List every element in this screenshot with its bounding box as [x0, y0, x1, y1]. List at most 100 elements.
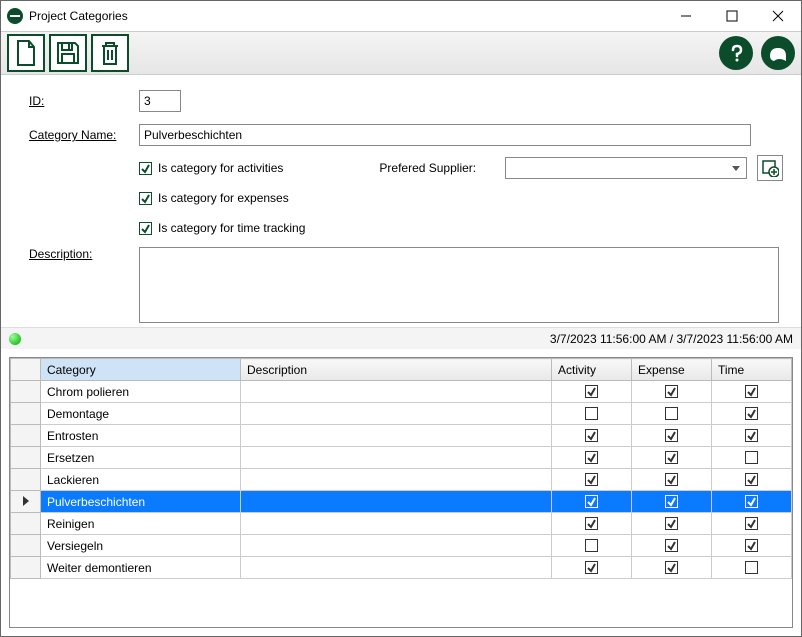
cell-description[interactable]	[241, 491, 552, 513]
cell-description[interactable]	[241, 557, 552, 579]
checkbox-icon[interactable]	[665, 429, 678, 442]
activities-checkbox[interactable]	[139, 162, 152, 175]
help-button[interactable]	[719, 36, 753, 70]
checkbox-icon[interactable]	[585, 539, 598, 552]
cell-activity[interactable]	[552, 447, 632, 469]
cell-category[interactable]: Demontage	[41, 403, 241, 425]
table-row[interactable]: Weiter demontieren	[11, 557, 792, 579]
close-button[interactable]	[755, 1, 801, 31]
table-row[interactable]: Lackieren	[11, 469, 792, 491]
checkbox-icon[interactable]	[665, 495, 678, 508]
cell-time[interactable]	[712, 513, 792, 535]
table-row[interactable]: Versiegeln	[11, 535, 792, 557]
cell-time[interactable]	[712, 403, 792, 425]
cell-category[interactable]: Lackieren	[41, 469, 241, 491]
cell-description[interactable]	[241, 403, 552, 425]
checkbox-icon[interactable]	[665, 517, 678, 530]
cell-expense[interactable]	[632, 447, 712, 469]
table-row[interactable]: Reinigen	[11, 513, 792, 535]
cell-time[interactable]	[712, 447, 792, 469]
table-row[interactable]: Chrom polieren	[11, 381, 792, 403]
checkbox-icon[interactable]	[745, 539, 758, 552]
col-description[interactable]: Description	[241, 359, 552, 381]
checkbox-icon[interactable]	[585, 517, 598, 530]
cell-expense[interactable]	[632, 513, 712, 535]
cell-time[interactable]	[712, 557, 792, 579]
add-supplier-button[interactable]	[757, 155, 783, 181]
checkbox-icon[interactable]	[585, 561, 598, 574]
supplier-select[interactable]	[505, 157, 747, 179]
col-category[interactable]: Category	[41, 359, 241, 381]
cell-description[interactable]	[241, 447, 552, 469]
table-row[interactable]: Ersetzen	[11, 447, 792, 469]
cell-expense[interactable]	[632, 469, 712, 491]
checkbox-icon[interactable]	[665, 385, 678, 398]
cell-time[interactable]	[712, 425, 792, 447]
checkbox-icon[interactable]	[745, 429, 758, 442]
minimize-button[interactable]	[663, 1, 709, 31]
checkbox-icon[interactable]	[665, 539, 678, 552]
cell-time[interactable]	[712, 381, 792, 403]
save-button[interactable]	[49, 34, 87, 72]
cell-time[interactable]	[712, 469, 792, 491]
cell-activity[interactable]	[552, 513, 632, 535]
new-button[interactable]	[7, 34, 45, 72]
cell-activity[interactable]	[552, 491, 632, 513]
category-name-field[interactable]	[139, 124, 751, 146]
checkbox-icon[interactable]	[585, 473, 598, 486]
checkbox-icon[interactable]	[585, 451, 598, 464]
cell-description[interactable]	[241, 425, 552, 447]
checkbox-icon[interactable]	[665, 561, 678, 574]
cell-category[interactable]: Chrom polieren	[41, 381, 241, 403]
checkbox-icon[interactable]	[585, 407, 598, 420]
checkbox-icon[interactable]	[745, 385, 758, 398]
cell-activity[interactable]	[552, 557, 632, 579]
cell-category[interactable]: Entrosten	[41, 425, 241, 447]
checkbox-icon[interactable]	[665, 473, 678, 486]
cell-category[interactable]: Versiegeln	[41, 535, 241, 557]
cell-description[interactable]	[241, 469, 552, 491]
table-row[interactable]: Entrosten	[11, 425, 792, 447]
cell-activity[interactable]	[552, 469, 632, 491]
cell-description[interactable]	[241, 535, 552, 557]
checkbox-icon[interactable]	[745, 561, 758, 574]
cell-expense[interactable]	[632, 403, 712, 425]
cell-category[interactable]: Weiter demontieren	[41, 557, 241, 579]
cell-description[interactable]	[241, 513, 552, 535]
checkbox-icon[interactable]	[745, 451, 758, 464]
checkbox-icon[interactable]	[745, 495, 758, 508]
checkbox-icon[interactable]	[745, 517, 758, 530]
checkbox-icon[interactable]	[585, 429, 598, 442]
checkbox-icon[interactable]	[665, 407, 678, 420]
cell-description[interactable]	[241, 381, 552, 403]
cell-category[interactable]: Reinigen	[41, 513, 241, 535]
cell-time[interactable]	[712, 535, 792, 557]
cell-activity[interactable]	[552, 381, 632, 403]
cell-expense[interactable]	[632, 491, 712, 513]
checkbox-icon[interactable]	[585, 385, 598, 398]
categories-grid[interactable]: Category Description Activity Expense Ti…	[9, 357, 793, 628]
cell-category[interactable]: Ersetzen	[41, 447, 241, 469]
cell-time[interactable]	[712, 491, 792, 513]
table-row[interactable]: Pulverbeschichten	[11, 491, 792, 513]
col-activity[interactable]: Activity	[552, 359, 632, 381]
cell-expense[interactable]	[632, 425, 712, 447]
checkbox-icon[interactable]	[665, 451, 678, 464]
description-field[interactable]	[139, 247, 779, 323]
table-row[interactable]: Demontage	[11, 403, 792, 425]
id-field[interactable]	[139, 90, 181, 112]
checkbox-icon[interactable]	[745, 407, 758, 420]
checkbox-icon[interactable]	[745, 473, 758, 486]
about-button[interactable]	[761, 36, 795, 70]
cell-activity[interactable]	[552, 403, 632, 425]
checkbox-icon[interactable]	[585, 495, 598, 508]
delete-button[interactable]	[91, 34, 129, 72]
timetracking-checkbox[interactable]	[139, 222, 152, 235]
col-expense[interactable]: Expense	[632, 359, 712, 381]
cell-expense[interactable]	[632, 535, 712, 557]
cell-category[interactable]: Pulverbeschichten	[41, 491, 241, 513]
cell-expense[interactable]	[632, 381, 712, 403]
cell-activity[interactable]	[552, 425, 632, 447]
maximize-button[interactable]	[709, 1, 755, 31]
expenses-checkbox[interactable]	[139, 192, 152, 205]
